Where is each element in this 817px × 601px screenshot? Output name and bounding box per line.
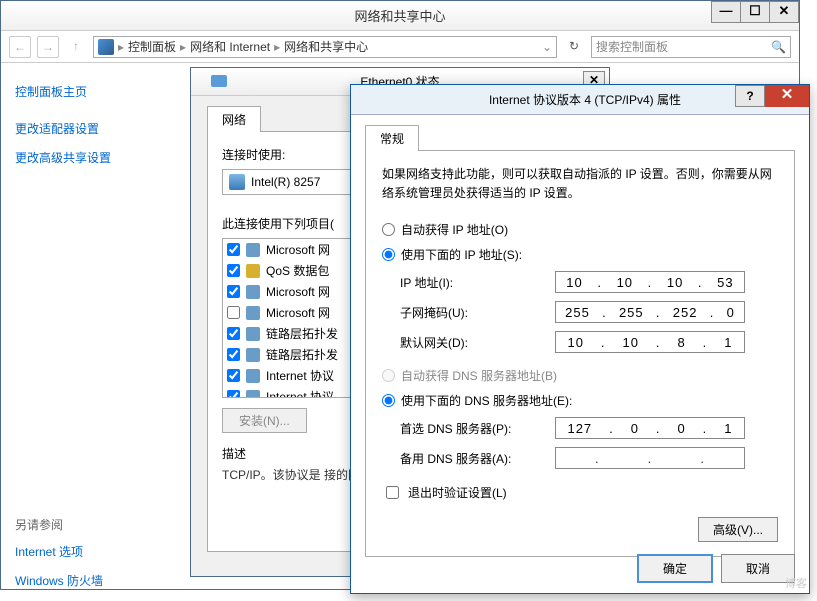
cancel-button[interactable]: 取消 [721,554,795,583]
breadcrumb-item[interactable]: 控制面板 [128,38,176,55]
protocol-icon [246,264,260,278]
sidebar-see-also-label: 另请参阅 [15,516,157,533]
adapter-name: Intel(R) 8257 [251,175,320,189]
tab-network[interactable]: 网络 [207,106,261,132]
network-adapter-icon [211,73,227,89]
ip-address-input[interactable]: 10. 10. 10. 53 [555,271,745,293]
search-placeholder: 搜索控制面板 [596,38,668,55]
validate-checkbox[interactable] [386,486,399,499]
ip-address-label: IP 地址(I): [400,274,555,291]
search-input[interactable]: 搜索控制面板 🔍 [591,36,791,58]
minimize-button[interactable]: — [711,1,741,23]
dns2-input[interactable]: . . . [555,447,745,469]
install-button[interactable]: 安装(N)... [222,408,307,433]
breadcrumb-item[interactable]: 网络和 Internet [190,38,270,55]
breadcrumb[interactable]: ▸ 控制面板 ▸ 网络和 Internet ▸ 网络和共享中心 ⌄ [93,36,557,58]
protocol-icon [246,285,260,299]
gateway-label: 默认网关(D): [400,334,555,351]
sidebar-heading[interactable]: 控制面板主页 [15,83,157,100]
tab-general[interactable]: 常规 [365,125,419,151]
radio-manual-ip[interactable]: 使用下面的 IP 地址(S): [382,246,778,263]
help-button[interactable]: ? [735,85,765,107]
maximize-button[interactable]: ☐ [740,1,770,23]
nav-back-icon[interactable]: ← [9,36,31,58]
validate-checkbox-row[interactable]: 退出时验证设置(L) [382,483,778,502]
navbar: ← → ↑ ▸ 控制面板 ▸ 网络和 Internet ▸ 网络和共享中心 ⌄ … [1,31,799,63]
close-button[interactable]: ✕ [769,1,799,23]
sidebar-link-sharing[interactable]: 更改高级共享设置 [15,149,157,166]
main-titlebar: 网络和共享中心 — ☐ ✕ [1,1,799,31]
dns2-label: 备用 DNS 服务器(A): [400,450,555,467]
ok-button[interactable]: 确定 [637,554,713,583]
protocol-icon [246,327,260,341]
breadcrumb-icon [98,39,114,55]
protocol-icon [246,390,260,399]
sidebar-link-firewall[interactable]: Windows 防火墙 [15,572,157,589]
dns1-input[interactable]: 127. 0. 0. 1 [555,417,745,439]
sidebar: 控制面板主页 更改适配器设置 更改高级共享设置 另请参阅 Internet 选项… [1,63,171,589]
main-title: 网络和共享中心 [1,6,799,25]
sidebar-link-internet-options[interactable]: Internet 选项 [15,543,157,560]
refresh-icon[interactable]: ↻ [563,36,585,58]
radio-auto-ip[interactable]: 自动获得 IP 地址(O) [382,221,778,238]
dns1-label: 首选 DNS 服务器(P): [400,420,555,437]
advanced-button[interactable]: 高级(V)... [698,517,778,542]
protocol-icon [246,348,260,362]
adapter-icon [229,174,245,190]
nav-up-icon[interactable]: ↑ [65,36,87,58]
info-text: 如果网络支持此功能，则可以获取自动指派的 IP 设置。否则，你需要从网络系统管理… [382,165,778,203]
subnet-mask-label: 子网掩码(U): [400,304,555,321]
breadcrumb-item[interactable]: 网络和共享中心 [284,38,368,55]
search-icon: 🔍 [771,40,786,54]
radio-manual-dns[interactable]: 使用下面的 DNS 服务器地址(E): [382,392,778,409]
protocol-icon [246,243,260,257]
nav-forward-icon[interactable]: → [37,36,59,58]
sidebar-link-adapter[interactable]: 更改适配器设置 [15,120,157,137]
subnet-mask-input[interactable]: 255.255.252. 0 [555,301,745,323]
protocol-icon [246,306,260,320]
ipv4-properties-dialog: Internet 协议版本 4 (TCP/IPv4) 属性 ? ✕ 常规 如果网… [350,84,810,594]
radio-auto-dns: 自动获得 DNS 服务器地址(B) [382,367,778,384]
gateway-input[interactable]: 10. 10. 8. 1 [555,331,745,353]
ip-close-button[interactable]: ✕ [765,85,809,107]
ip-titlebar: Internet 协议版本 4 (TCP/IPv4) 属性 ? ✕ [351,85,809,115]
protocol-icon [246,369,260,383]
